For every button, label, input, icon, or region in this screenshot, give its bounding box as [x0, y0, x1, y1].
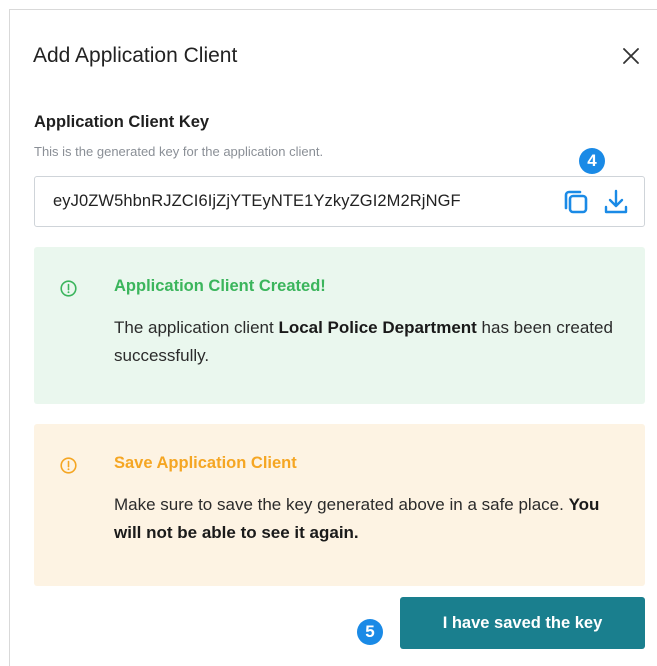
add-application-client-dialog: Add Application Client Application Clien…: [9, 9, 657, 666]
warning-alert-message: Make sure to save the key generated abov…: [114, 491, 624, 547]
warning-alert: Save Application Client Make sure to sav…: [34, 424, 645, 586]
success-alert: Application Client Created! The applicat…: [34, 247, 645, 404]
success-alert-message: The application client Local Police Depa…: [114, 314, 624, 370]
client-name: Local Police Department: [278, 318, 477, 337]
key-input[interactable]: eyJ0ZW5hbnRJZCI6IjZjYTEyNTE1YzkyZGI2M2Rj…: [34, 176, 645, 227]
step-badge-4: 4: [579, 148, 605, 174]
copy-icon[interactable]: [561, 187, 591, 217]
dialog-title: Add Application Client: [33, 44, 238, 67]
close-icon[interactable]: [620, 45, 642, 67]
key-field-help-text: This is the generated key for the applic…: [34, 144, 324, 159]
success-message-prefix: The application client: [114, 318, 279, 337]
warning-message-prefix: Make sure to save the key generated abov…: [114, 495, 569, 514]
info-circle-icon: [60, 457, 77, 474]
confirm-saved-key-button[interactable]: I have saved the key: [400, 597, 645, 649]
key-value[interactable]: eyJ0ZW5hbnRJZCI6IjZjYTEyNTE1YzkyZGI2M2Rj…: [53, 192, 543, 211]
success-alert-title: Application Client Created!: [114, 277, 326, 295]
info-circle-icon: [60, 280, 77, 297]
download-icon[interactable]: [601, 187, 631, 217]
warning-alert-title: Save Application Client: [114, 454, 297, 472]
step-badge-5: 5: [357, 619, 383, 645]
key-field-label: Application Client Key: [34, 113, 210, 131]
